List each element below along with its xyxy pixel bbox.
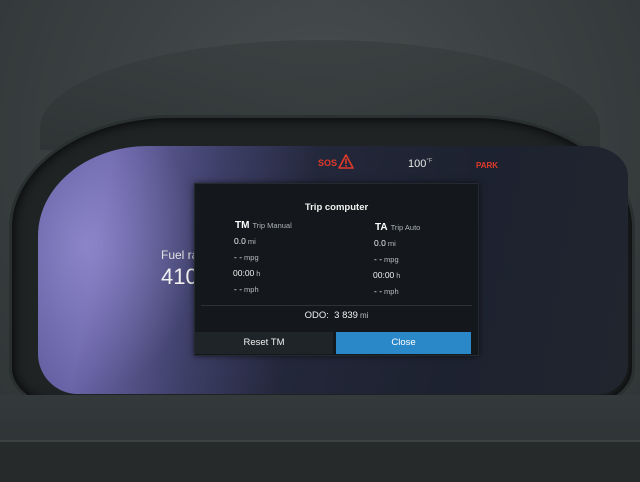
trip-manual-name: Trip Manual (252, 221, 292, 230)
tm-speed: - - mph (234, 284, 259, 294)
trip-manual-header: TM Trip Manual (235, 220, 292, 231)
warning-triangle-icon (338, 154, 354, 169)
trip-auto-code: TA (375, 222, 388, 233)
tm-distance: 0.0 mi (234, 236, 256, 246)
fuel-range-value: 410 (161, 264, 198, 289)
trip-auto-header: TA Trip Auto (375, 222, 420, 233)
ta-time: 00:00 h (373, 270, 401, 280)
outside-temperature: 100°F (408, 158, 433, 170)
trip-manual-code: TM (235, 220, 250, 231)
ta-speed: - - mph (374, 286, 399, 296)
dialog-divider (201, 305, 472, 306)
reset-tm-button[interactable]: Reset TM (195, 332, 333, 354)
trip-computer-dialog: Trip computer TM Trip Manual 0.0 mi - - mpg… (194, 183, 479, 356)
ta-consumption: - - mpg (374, 254, 399, 264)
fuel-range-label: Fuel ra (161, 248, 199, 262)
ta-distance: 0.0 mi (374, 238, 396, 248)
trip-auto-name: Trip Auto (390, 223, 421, 232)
dashboard-ridge (0, 440, 640, 482)
odometer-readout: ODO: 3 839 mi (304, 310, 369, 321)
close-button[interactable]: Close (336, 332, 471, 354)
dialog-title: Trip computer (304, 202, 369, 213)
tm-time: 00:00 h (233, 268, 261, 278)
tm-consumption: - - mpg (234, 252, 259, 262)
gear-indicator: PARK (476, 161, 499, 170)
sos-indicator: SOS (318, 158, 338, 168)
